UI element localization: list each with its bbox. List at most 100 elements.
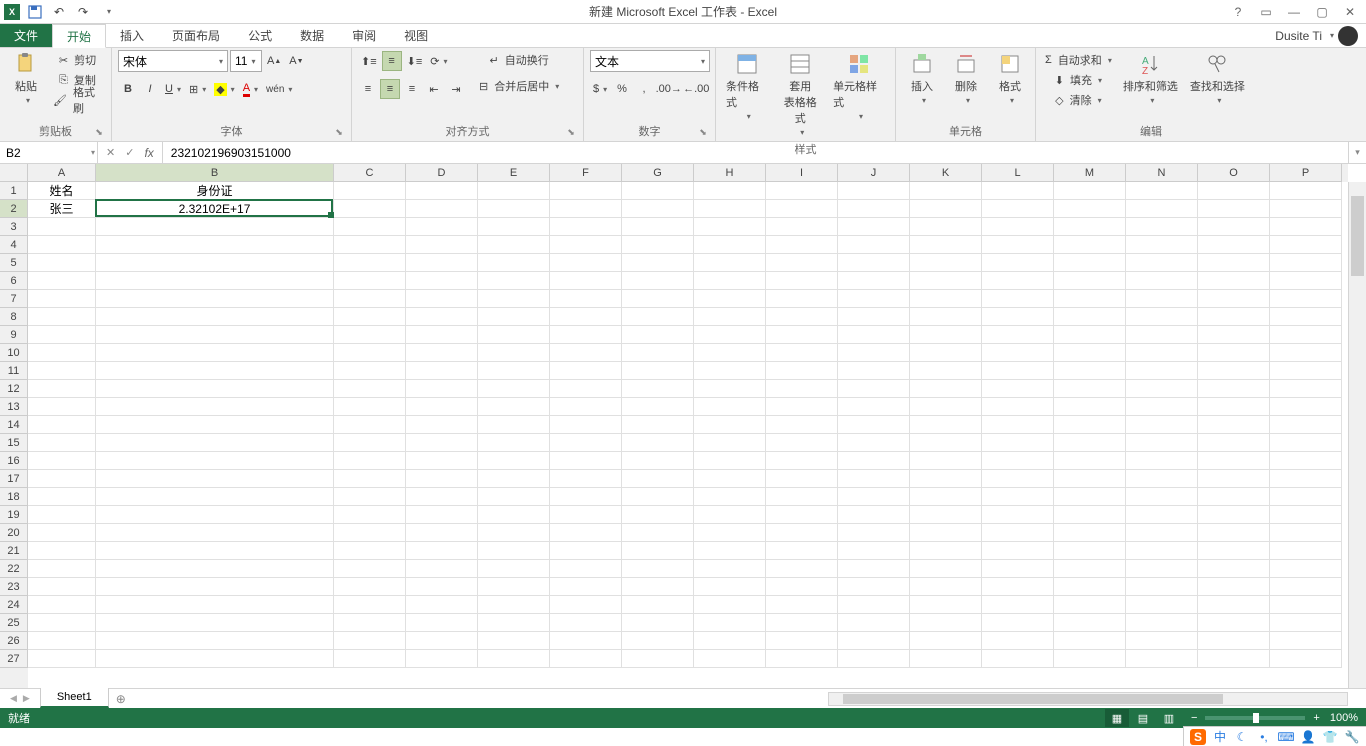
cell-C1[interactable] [334,182,406,200]
row-header-2[interactable]: 2 [0,200,28,218]
cell-A22[interactable] [28,560,96,578]
row-header-14[interactable]: 14 [0,416,28,434]
cell-D1[interactable] [406,182,478,200]
cell-A16[interactable] [28,452,96,470]
cell-B8[interactable] [96,308,334,326]
cell-H25[interactable] [694,614,766,632]
cell-N2[interactable] [1126,200,1198,218]
cell-D6[interactable] [406,272,478,290]
cell-A25[interactable] [28,614,96,632]
cell-P10[interactable] [1270,344,1342,362]
tab-insert[interactable]: 插入 [106,24,158,47]
cell-B1[interactable]: 身份证 [96,182,334,200]
cell-L2[interactable] [982,200,1054,218]
close-button[interactable]: ✕ [1340,2,1360,22]
cell-I7[interactable] [766,290,838,308]
cell-N5[interactable] [1126,254,1198,272]
cell-D3[interactable] [406,218,478,236]
cell-F14[interactable] [550,416,622,434]
cell-P9[interactable] [1270,326,1342,344]
cell-A18[interactable] [28,488,96,506]
cell-F11[interactable] [550,362,622,380]
cell-N22[interactable] [1126,560,1198,578]
cell-E23[interactable] [478,578,550,596]
row-header-7[interactable]: 7 [0,290,28,308]
cell-N10[interactable] [1126,344,1198,362]
table-format-button[interactable]: 套用 表格格式▾ [776,50,826,139]
cell-F3[interactable] [550,218,622,236]
cell-H8[interactable] [694,308,766,326]
cell-J19[interactable] [838,506,910,524]
tab-formulas[interactable]: 公式 [234,24,286,47]
cell-L8[interactable] [982,308,1054,326]
cell-I2[interactable] [766,200,838,218]
cell-A20[interactable] [28,524,96,542]
cell-A3[interactable] [28,218,96,236]
align-left-button[interactable]: ≡ [358,79,378,99]
cell-P6[interactable] [1270,272,1342,290]
cell-A1[interactable]: 姓名 [28,182,96,200]
cell-N3[interactable] [1126,218,1198,236]
cell-C7[interactable] [334,290,406,308]
cell-H15[interactable] [694,434,766,452]
cell-E9[interactable] [478,326,550,344]
cell-I3[interactable] [766,218,838,236]
cell-M23[interactable] [1054,578,1126,596]
cell-F23[interactable] [550,578,622,596]
cell-E21[interactable] [478,542,550,560]
cell-I8[interactable] [766,308,838,326]
cell-H5[interactable] [694,254,766,272]
cell-G13[interactable] [622,398,694,416]
cell-M20[interactable] [1054,524,1126,542]
cell-N8[interactable] [1126,308,1198,326]
cell-N27[interactable] [1126,650,1198,668]
cell-I4[interactable] [766,236,838,254]
cell-B23[interactable] [96,578,334,596]
cell-G6[interactable] [622,272,694,290]
cell-M14[interactable] [1054,416,1126,434]
page-break-view-button[interactable]: ▥ [1157,709,1181,727]
row-header-1[interactable]: 1 [0,182,28,200]
cell-J23[interactable] [838,578,910,596]
cell-N6[interactable] [1126,272,1198,290]
cell-K17[interactable] [910,470,982,488]
cell-O10[interactable] [1198,344,1270,362]
cell-B12[interactable] [96,380,334,398]
cell-O16[interactable] [1198,452,1270,470]
cell-G9[interactable] [622,326,694,344]
cell-C3[interactable] [334,218,406,236]
cell-D17[interactable] [406,470,478,488]
row-header-4[interactable]: 4 [0,236,28,254]
cell-F2[interactable] [550,200,622,218]
cell-K27[interactable] [910,650,982,668]
cell-D21[interactable] [406,542,478,560]
cell-C8[interactable] [334,308,406,326]
maximize-button[interactable]: ▢ [1312,2,1332,22]
autosum-button[interactable]: Σ 自动求和▾ [1042,50,1115,70]
cell-K16[interactable] [910,452,982,470]
keyboard-icon[interactable]: ⌨ [1278,729,1294,745]
cell-B18[interactable] [96,488,334,506]
cell-P20[interactable] [1270,524,1342,542]
cell-styles-button[interactable]: 单元格样式▾ [829,50,889,123]
row-header-10[interactable]: 10 [0,344,28,362]
col-header-P[interactable]: P [1270,164,1342,182]
cell-B19[interactable] [96,506,334,524]
increase-decimal-button[interactable]: .00→ [656,79,682,99]
cell-C14[interactable] [334,416,406,434]
align-bottom-button[interactable]: ⬇≡ [404,51,426,71]
cut-button[interactable]: ✂ 剪切 [50,50,105,70]
cell-G23[interactable] [622,578,694,596]
cell-M16[interactable] [1054,452,1126,470]
cell-H11[interactable] [694,362,766,380]
cell-I21[interactable] [766,542,838,560]
cell-D25[interactable] [406,614,478,632]
cell-O5[interactable] [1198,254,1270,272]
cell-H19[interactable] [694,506,766,524]
cell-M3[interactable] [1054,218,1126,236]
cell-O24[interactable] [1198,596,1270,614]
cell-E3[interactable] [478,218,550,236]
cell-N9[interactable] [1126,326,1198,344]
cell-E26[interactable] [478,632,550,650]
cell-N25[interactable] [1126,614,1198,632]
